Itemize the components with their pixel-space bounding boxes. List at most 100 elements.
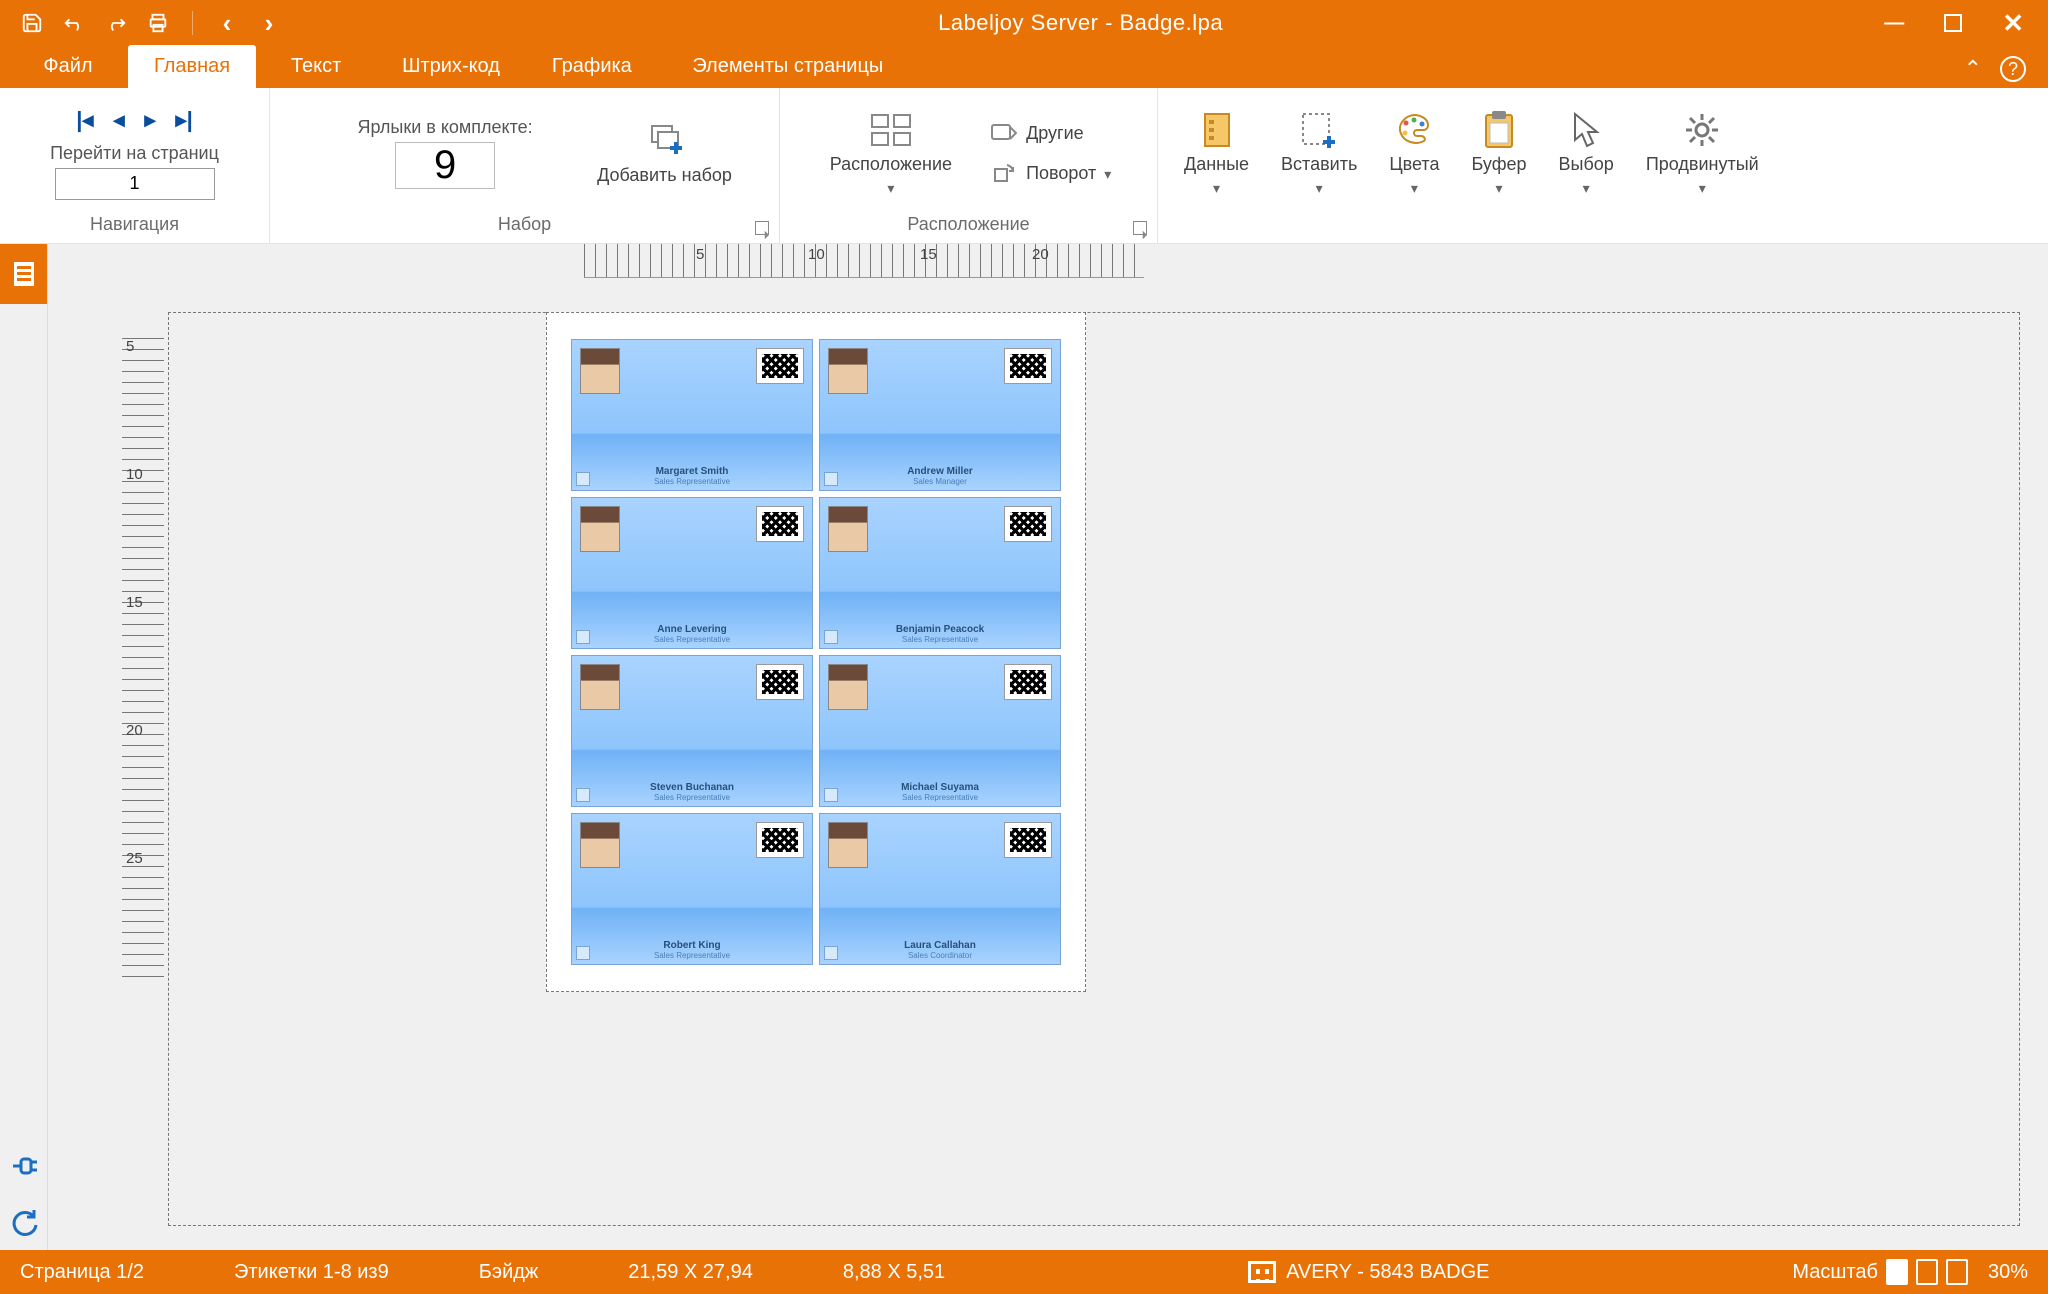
canvas[interactable]: 5 10 15 20 5 10 15 20 25 [48, 244, 2048, 1250]
group-navigation: |◂ ◂ ▸ ▸| Перейти на страниц Навигация [0, 88, 270, 243]
colors-button[interactable]: Цвета ▾ [1377, 103, 1451, 204]
badge-card[interactable]: Laura CallahanSales Coordinator [819, 813, 1061, 965]
close-icon[interactable]: ✕ [2002, 8, 2024, 39]
grid-icon [870, 109, 912, 151]
tab-file[interactable]: Файл [8, 45, 128, 88]
clipboard-button[interactable]: Буфер ▾ [1460, 103, 1539, 204]
chevron-down-icon: ▾ [1583, 180, 1590, 197]
rotate-icon [990, 162, 1018, 184]
insert-button[interactable]: Вставить ▾ [1269, 103, 1369, 204]
tab-page-elements[interactable]: Элементы страницы [658, 45, 918, 88]
label-icon [990, 122, 1018, 144]
tab-home[interactable]: Главная [128, 45, 256, 88]
add-set-icon [644, 120, 686, 162]
group-set: Ярлыки в комплекте: 9 Добавить набор Наб… [270, 88, 780, 243]
status-badge[interactable]: Бэйдж [479, 1261, 539, 1284]
ribbon: |◂ ◂ ▸ ▸| Перейти на страниц Навигация Я… [0, 88, 2048, 244]
tab-text[interactable]: Текст [256, 45, 376, 88]
barcode-icon [1004, 506, 1052, 542]
plug-icon[interactable] [0, 1138, 47, 1194]
group-layout: Расположение ▾ Другие Поворот [780, 88, 1158, 243]
view-mode-1-icon[interactable] [1886, 1259, 1908, 1285]
other-label: Другие [1026, 123, 1084, 144]
next-record-icon[interactable]: › [257, 11, 281, 35]
cursor-icon [1565, 109, 1607, 151]
tab-graphics[interactable]: Графика [526, 45, 658, 88]
view-mode-2-icon[interactable] [1916, 1259, 1938, 1285]
advanced-button[interactable]: Продвинутый ▾ [1634, 103, 1771, 204]
status-page[interactable]: Страница 1/2 [20, 1261, 144, 1284]
ribbon-tabs: Файл Главная Текст Штрих-код Графика Эле… [0, 46, 2048, 88]
titlebar: ‹ › Labeljoy Server - Badge.lpa — ✕ [0, 0, 2048, 46]
template-icon [1248, 1261, 1276, 1283]
tab-barcode[interactable]: Штрих-код [376, 45, 526, 88]
window-controls: — ✕ [1860, 8, 2048, 39]
refresh-icon[interactable] [0, 1194, 47, 1250]
photo-icon [580, 506, 620, 552]
clipboard-icon [1478, 109, 1520, 151]
badge-card[interactable]: Robert KingSales Representative [571, 813, 813, 965]
prev-record-icon[interactable]: ‹ [215, 11, 239, 35]
label-sheet[interactable]: Margaret SmithSales Representative Andre… [546, 312, 1086, 992]
data-button[interactable]: Данные ▾ [1172, 103, 1261, 204]
help-icon[interactable]: ? [2000, 56, 2026, 82]
status-labels[interactable]: Этикетки 1-8 из9 [234, 1261, 389, 1284]
minimize-icon[interactable]: — [1884, 12, 1904, 35]
nav-next-icon[interactable]: ▸ [145, 107, 156, 133]
rotate-label: Поворот [1026, 163, 1096, 184]
statusbar: Страница 1/2 Этикетки 1-8 из9 Бэйдж 21,5… [0, 1250, 2048, 1294]
goto-page-input[interactable] [55, 168, 215, 200]
nav-last-icon[interactable]: ▸| [176, 107, 193, 133]
print-icon[interactable] [146, 11, 170, 35]
select-button[interactable]: Выбор ▾ [1547, 103, 1626, 204]
chevron-down-icon: ▾ [1496, 180, 1503, 197]
photo-icon [580, 664, 620, 710]
chevron-down-icon: ▾ [1699, 180, 1706, 197]
labels-in-set-value[interactable]: 9 [395, 142, 495, 189]
rail-tab-icon[interactable] [0, 244, 47, 304]
badge-card[interactable]: Margaret SmithSales Representative [571, 339, 813, 491]
page-margins [168, 312, 2020, 1226]
maximize-icon[interactable] [1944, 14, 1962, 32]
add-set-label: Добавить набор [597, 166, 732, 186]
save-icon[interactable] [20, 11, 44, 35]
window-title: Labeljoy Server - Badge.lpa [301, 10, 1860, 36]
badge-card[interactable]: Michael SuyamaSales Representative [819, 655, 1061, 807]
photo-icon [580, 822, 620, 868]
nav-prev-icon[interactable]: ◂ [113, 107, 124, 133]
rotate-button[interactable]: Поворот ▾ [982, 158, 1119, 188]
barcode-icon [756, 822, 804, 858]
quick-access-toolbar: ‹ › [0, 11, 301, 35]
clipboard-label: Буфер [1472, 155, 1527, 175]
cards-grid: Margaret SmithSales Representative Andre… [571, 339, 1061, 965]
nav-first-icon[interactable]: |◂ [76, 107, 93, 133]
group-set-launcher[interactable] [755, 221, 769, 235]
group-layout-launcher[interactable] [1133, 221, 1147, 235]
separator [192, 11, 193, 35]
redo-icon[interactable] [104, 11, 128, 35]
photo-icon [828, 506, 868, 552]
barcode-icon [1004, 348, 1052, 384]
photo-icon [828, 348, 868, 394]
other-layouts-button[interactable]: Другие [982, 118, 1119, 148]
barcode-icon [756, 506, 804, 542]
add-set-button[interactable]: Добавить набор [585, 114, 744, 192]
badge-card[interactable]: Andrew MillerSales Manager [819, 339, 1061, 491]
arrangement-button[interactable]: Расположение ▾ [818, 103, 964, 204]
badge-card[interactable]: Anne LeveringSales Representative [571, 497, 813, 649]
workspace: 5 10 15 20 5 10 15 20 25 [0, 244, 2048, 1250]
badge-card[interactable]: Benjamin PeacockSales Representative [819, 497, 1061, 649]
avery-template-button[interactable]: AVERY - 5843 BADGE [1248, 1261, 1489, 1284]
barcode-icon [756, 664, 804, 700]
collapse-ribbon-icon[interactable]: ⌃ [1964, 56, 1982, 82]
goto-page-label: Перейти на страниц [50, 143, 219, 164]
avery-label: AVERY - 5843 BADGE [1286, 1261, 1489, 1284]
zoom-value[interactable]: 30% [1988, 1261, 2028, 1284]
group-set-label: Набор [284, 210, 765, 239]
undo-icon[interactable] [62, 11, 86, 35]
arrangement-label: Расположение [830, 155, 952, 175]
palette-icon [1393, 109, 1435, 151]
view-mode-3-icon[interactable] [1946, 1259, 1968, 1285]
data-icon [1196, 109, 1238, 151]
badge-card[interactable]: Steven BuchananSales Representative [571, 655, 813, 807]
